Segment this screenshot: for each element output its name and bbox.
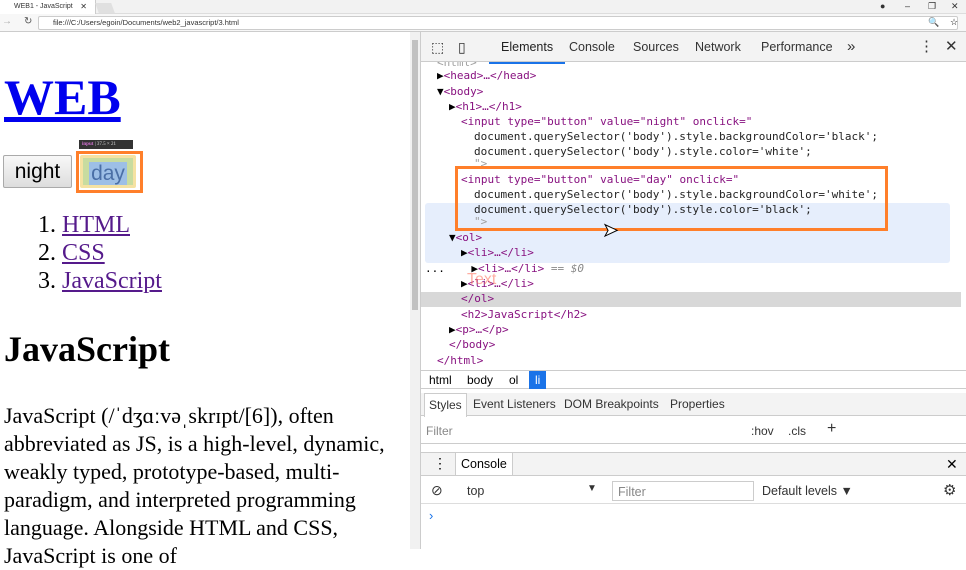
styles-tabs: Styles Event Listeners DOM Breakpoints P… [421,393,966,417]
list-item: 2. CSS [38,240,105,266]
levels-dropdown[interactable]: Default levels ▼ [762,484,853,498]
breadcrumb-html[interactable]: html [425,371,456,389]
dom-node-head[interactable]: ▶<head>…</head> [437,68,961,83]
html-link[interactable]: HTML [62,212,130,238]
dom-node-ol[interactable]: ▼<ol> [449,230,961,245]
drawer-menu-icon[interactable]: ⋮ [433,455,447,472]
breadcrumb-li[interactable]: li [529,371,547,389]
inspect-tooltip: input | 37.5 × 21 [79,140,133,149]
devtools-toolbar: ⬚ ▯ Elements Console Sources Network Per… [421,32,966,64]
gear-icon[interactable]: ⚙ [943,481,956,499]
tab-network[interactable]: Network [695,32,741,62]
inspect-element-icon[interactable]: ⬚ [431,32,444,62]
dom-node-close: </ol> [461,292,495,305]
tab-console[interactable]: Console [569,32,615,62]
tab-styles[interactable]: Styles [424,393,467,417]
close-tab-icon[interactable]: ✕ [80,0,87,14]
console-toolbar: ⊘ top ▼ Filter Default levels ▼ ⚙ [421,478,966,504]
page-scrollbar[interactable] [410,32,420,549]
context-select[interactable]: top [467,484,484,498]
tab-dom-breakpoints[interactable]: DOM Breakpoints [564,393,659,416]
tab-properties[interactable]: Properties [670,393,725,416]
url-input[interactable]: file:///C:/Users/egoin/Documents/web2_ja… [38,16,958,30]
attr-line: document.querySelector('body').style.bac… [474,130,878,143]
styles-filter: Filter :hov .cls + [421,418,966,444]
code-highlight-box [455,166,888,231]
breadcrumb-ol[interactable]: ol [505,371,522,389]
tab-event-listeners[interactable]: Event Listeners [473,393,556,416]
reload-icon[interactable]: ↻ [24,16,32,27]
dom-node-close: </html> [437,354,484,367]
account-icon[interactable]: ● [880,0,885,13]
zoom-icon[interactable]: 🔍 [928,17,939,28]
minimize-icon[interactable]: – [905,0,910,13]
forward-icon[interactable]: → [2,16,12,27]
dom-node-li[interactable]: ▶<li>…</li> [461,245,961,260]
dom-tree: <html> ▶<head>…</head> ▼<body> ▶<h1>…</h… [421,62,961,400]
close-drawer-icon[interactable]: ✕ [946,456,958,473]
dom-node-h1[interactable]: ▶<h1>…</h1> [449,99,961,114]
new-tab-button[interactable] [95,3,115,13]
dom-node-h2[interactable]: <h2>JavaScript</h2> [461,307,961,322]
styles-filter-input[interactable]: Filter [426,424,453,438]
dom-node-p[interactable]: ▶<p>…</p> [449,322,961,337]
list-item: 1. HTML [38,212,130,238]
clear-console-icon[interactable]: ⊘ [431,482,443,499]
tab-strip [0,0,966,14]
tab-performance[interactable]: Performance [761,32,833,62]
more-tabs-button[interactable]: » [847,32,855,62]
dom-node-input-night[interactable]: <input type="button" value="night" oncli… [461,114,961,129]
dom-node-close: </body> [449,338,496,351]
mouse-cursor-icon: ➤ [602,220,619,241]
close-devtools-icon[interactable]: ✕ [945,32,958,62]
section-heading: JavaScript [4,329,170,369]
overlay-text: Text [467,271,497,288]
drawer-tab-console[interactable]: Console [455,453,513,475]
menu-kebab-icon[interactable]: ⋮ [919,32,934,62]
tab-sources[interactable]: Sources [633,32,679,62]
web-page: WEB input | 37.5 × 21 night day 1. HTML … [0,32,420,568]
console-filter-input[interactable]: Filter [612,481,754,501]
tab-title: WEB1 - JavaScript [14,3,73,10]
hov-toggle[interactable]: :hov [751,424,774,438]
javascript-link[interactable]: JavaScript [62,268,162,294]
chevron-down-icon: ▼ [587,483,597,494]
breadcrumb-body[interactable]: body [463,371,497,389]
css-link[interactable]: CSS [62,240,105,266]
breadcrumb: html body ol li [421,370,966,389]
browser-tab[interactable]: WEB1 - JavaScript ✕ [0,0,96,15]
page-title-link[interactable]: WEB [4,68,121,126]
url-text: file:///C:/Users/egoin/Documents/web2_ja… [53,18,239,27]
add-rule-icon[interactable]: + [827,420,836,438]
maximize-icon[interactable]: ❐ [928,0,936,13]
devtools-panel: ⬚ ▯ Elements Console Sources Network Per… [420,32,966,549]
console-prompt[interactable]: › [429,508,433,523]
cls-toggle[interactable]: .cls [788,424,806,438]
night-button[interactable]: night [3,155,72,188]
dom-node-body[interactable]: ▼<body> [437,84,961,99]
console-drawer-header: ⋮ Console ✕ [421,452,966,476]
tab-elements[interactable]: Elements [489,32,566,64]
bookmark-star-icon[interactable]: ☆ [950,17,958,28]
day-button[interactable]: day [80,155,136,188]
paragraph: JavaScript (/ˈdʒɑːvəˌskrɪpt/[6]), often … [4,403,385,568]
close-window-icon[interactable]: ✕ [951,0,959,13]
list-item: 3. JavaScript [38,268,162,294]
device-toolbar-icon[interactable]: ▯ [458,32,466,62]
